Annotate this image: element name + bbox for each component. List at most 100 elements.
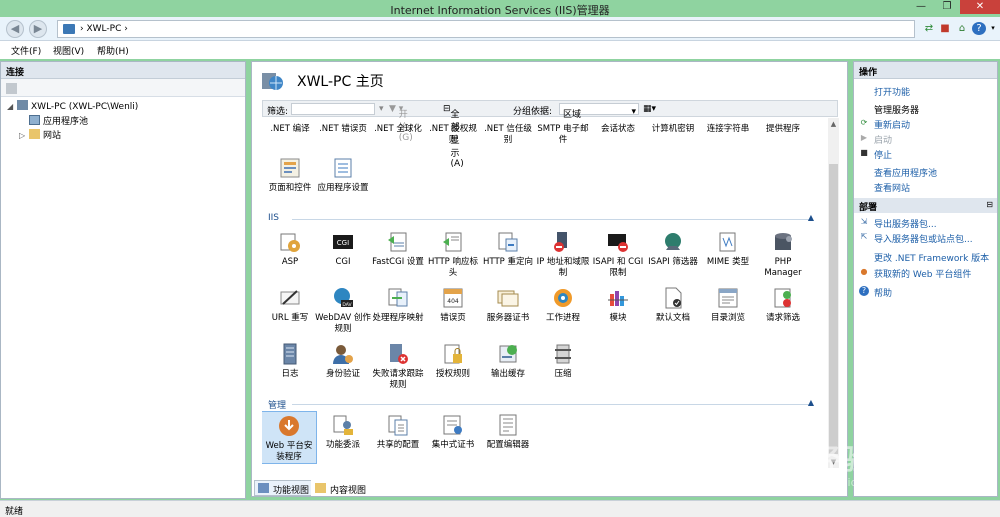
status-bar: 就绪 [0,500,1000,517]
close-button[interactable]: ✕ [960,0,1000,14]
feature-pages-controls[interactable]: 页面和控件 [262,156,318,194]
feature-directory-browsing[interactable]: 目录浏览 [700,286,756,324]
feature-asp[interactable]: ASP [262,230,318,268]
menu-view[interactable]: 视图(V) [53,44,84,57]
feature-delegation[interactable]: 功能委派 [315,413,371,451]
feature-net-error-pages[interactable]: .NET 错误页 [315,124,371,135]
group-by-label: 分组依据: [513,107,553,117]
feature-webdav[interactable]: DAV WebDAV 创作规则 [315,286,371,335]
feature-connection-strings[interactable]: 连接字符串 [700,124,756,135]
vertical-scrollbar[interactable]: ▲ ▼ [828,118,839,468]
feature-shared-configuration[interactable]: 共享的配置 [370,413,426,451]
feature-failed-request-tracing[interactable]: 失败请求跟踪规则 [370,342,426,391]
web-platform-icon: ● [860,267,868,276]
maximize-button[interactable]: ❐ [934,0,960,14]
feature-mime-types[interactable]: MIME 类型 [700,230,756,268]
feature-http-redirect[interactable]: HTTP 重定向 [480,230,536,268]
watermark-logo: Bai经验 [760,443,871,476]
restart-link[interactable]: 重新启动 [874,118,910,131]
feature-isapi-filters[interactable]: ISAPI 筛选器 [645,230,701,268]
feature-web-platform-installer[interactable]: Web 平台安装程序 [262,411,317,464]
import-server-package-link[interactable]: 导入服务器包或站点包... [874,232,973,245]
export-server-package-link[interactable]: 导出服务器包... [874,217,937,230]
feature-logging[interactable]: 日志 [262,342,318,380]
feature-session-state[interactable]: 会话状态 [590,124,646,135]
feature-net-globalization[interactable]: .NET 全球化 [370,124,426,135]
stop-icon[interactable]: ■ [938,22,952,35]
address-field[interactable]: › XWL-PC › [57,20,915,38]
feature-error-pages[interactable]: 404 错误页 [425,286,481,324]
feature-cgi[interactable]: CGI CGI [315,230,371,268]
feature-default-document[interactable]: 默认文档 [645,286,701,324]
back-button[interactable]: ◀ [6,20,24,38]
feature-authorization-rules[interactable]: 授权规则 [425,342,481,380]
start-link[interactable]: 启动 [874,133,892,146]
get-platform-components-link[interactable]: 获取新的 Web 平台组件 [874,267,971,280]
tree-item-app-pools[interactable]: 应用程序池 [19,114,88,127]
help-link[interactable]: 帮助 [874,286,892,299]
feature-modules[interactable]: 模块 [590,286,646,324]
start-button[interactable]: ▼ 开始(G) ▾ [389,104,413,143]
feature-handler-mappings[interactable]: 处理程序映射 [370,286,426,324]
collapse-iis-icon[interactable]: ▲ [808,213,814,222]
feature-output-caching[interactable]: 输出缓存 [480,342,536,380]
collapse-management-icon[interactable]: ▲ [808,398,814,407]
change-framework-link[interactable]: 更改 .NET Framework 版本 [874,251,989,264]
actions-panel: 操作 打开功能 管理服务器 ⟳ 重新启动 ▶ 启动 ■ 停止 查看应用程序池 查… [853,61,998,497]
view-sites-link[interactable]: 查看网站 [874,181,910,194]
feature-server-certificates[interactable]: 服务器证书 [480,286,536,324]
tree-item-server[interactable]: ◢ XWL-PC (XWL-PC\Wenli) [7,100,138,112]
scroll-up-icon[interactable]: ▲ [828,120,839,128]
feature-ip-domain-restrictions[interactable]: IP 地址和域限制 [535,230,591,279]
feature-url-rewrite[interactable]: URL 重写 [262,286,318,324]
tree-item-sites[interactable]: ▷ 网站 [19,128,61,141]
feature-isapi-cgi-restrictions[interactable]: ISAPI 和 CGI 限制 [590,230,646,279]
feature-net-authorization[interactable]: .NET 授权规则 [425,124,481,146]
status-text: 就绪 [5,507,24,517]
feature-http-headers[interactable]: HTTP 响应标头 [425,230,481,279]
svg-text:DAV: DAV [342,302,352,308]
stop-link[interactable]: 停止 [874,148,892,161]
features-view-icon [258,483,269,493]
feature-centralized-certificates[interactable]: 集中式证书 [425,413,481,451]
menu-help[interactable]: 帮助(H) [97,44,129,57]
feature-authentication[interactable]: 身份验证 [315,342,371,380]
feature-smtp-email[interactable]: SMTP 电子邮件 [535,124,591,146]
tab-features-view[interactable]: 功能视图 [254,480,315,496]
view-mode-icon[interactable]: ▦▾ [643,104,656,114]
feature-request-filtering[interactable]: 请求筛选 [755,286,811,324]
home-icon[interactable]: ⌂ [955,22,969,35]
feature-net-trust-levels[interactable]: .NET 信任级别 [480,124,536,146]
export-icon: ⇲ [860,217,868,226]
open-feature-link[interactable]: 打开功能 [874,85,910,98]
shared-configuration-icon [388,415,408,436]
feature-app-settings[interactable]: 应用程序设置 [315,156,371,194]
feature-php-manager[interactable]: PHP Manager [755,230,811,279]
show-all-button[interactable]: ⊟ 全部显示(A) [443,104,464,169]
refresh-icon[interactable]: ⇄ [922,22,936,35]
feature-fastcgi[interactable]: FastCGI 设置 [370,230,426,268]
collapse-deploy-icon[interactable]: ⊟ [986,200,993,209]
scrollbar-thumb[interactable] [829,164,838,454]
feature-configuration-editor[interactable]: 配置编辑器 [480,413,536,451]
menu-file[interactable]: 文件(F) [11,44,41,57]
feature-net-compile[interactable]: .NET 编译 [262,124,318,135]
connections-toolbar [1,79,245,97]
asp-icon [280,233,300,252]
minimize-button[interactable]: — [908,0,934,14]
expand-arrow-icon[interactable]: ▷ [19,131,29,140]
view-app-pools-link[interactable]: 查看应用程序池 [874,166,937,179]
filter-input[interactable] [291,103,375,115]
forward-button[interactable]: ▶ [29,20,47,38]
collapse-arrow-icon[interactable]: ◢ [7,102,17,111]
chevron-down-icon[interactable]: ▾ [986,22,1000,35]
group-by-select[interactable]: 区域 ▾ [559,103,639,120]
tab-content-view[interactable]: 内容视图 [311,480,372,496]
feature-providers[interactable]: 提供程序 [755,124,811,135]
connect-icon[interactable] [6,83,17,94]
feature-machine-key[interactable]: 计算机密钥 [645,124,701,135]
help-icon[interactable]: ? [972,22,986,35]
feature-compression[interactable]: 压缩 [535,342,591,380]
feature-worker-processes[interactable]: 工作进程 [535,286,591,324]
filter-dropdown-icon[interactable]: ▾ [379,104,384,114]
